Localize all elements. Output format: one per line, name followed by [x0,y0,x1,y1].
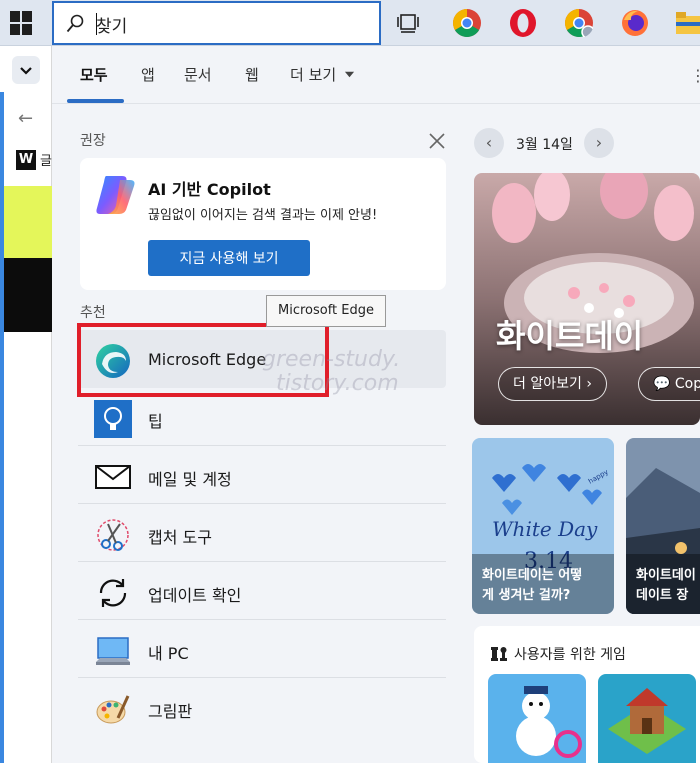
search-tabs: 모두 앱 문서 웹 더 보기 ⋮ [52,46,700,104]
news-card-white-day-date[interactable]: 화이트데이 데이트 장 [626,438,700,614]
recommended-label: 권장 [80,133,106,149]
mail-icon [95,465,131,489]
copilot-chat-button[interactable]: 💬 Cop [638,367,700,401]
copilot-chat-label: Cop [674,376,700,392]
app-item-paint[interactable]: 그림판 [78,678,446,736]
tab-dropdown-button[interactable] [12,56,40,84]
tips-icon [94,400,132,438]
this-pc-icon [96,637,130,665]
learn-more-label: 더 알아보기 [513,376,582,392]
prev-date-button[interactable]: ‹ [474,128,504,158]
caption-line1: 화이트데이는 어떻 [482,568,583,583]
snowman-game-image [488,674,586,763]
suggested-label: 추천 [80,305,106,321]
try-now-button[interactable]: 지금 사용해 보기 [148,240,310,276]
tab-more[interactable]: 더 보기 [290,64,355,85]
app-item-check-updates[interactable]: 업데이트 확인 [78,562,446,620]
white-day-hero-card[interactable]: 화이트데이 더 알아보기 › 💬 Cop [474,173,700,425]
games-title: 사용자를 위한 게임 [514,647,626,663]
background-browser-window: ← W 글 [0,46,52,763]
search-panel: 모두 앱 문서 웹 더 보기 ⋮ 권장 AI 기반 Copilot 끊임없이 이… [52,46,700,763]
snipping-tool-icon [97,519,129,551]
page-banner-yellow [4,186,52,258]
taskbar [0,0,700,46]
site-title-fragment: 글 [40,154,52,169]
card-caption: 화이트데이는 어떻 게 생겨난 걸까? [482,566,582,606]
games-card: 사용자를 위한 게임 [474,626,700,763]
app-label: 업데이트 확인 [148,586,242,605]
tooltip-edge: Microsoft Edge [266,295,386,327]
text-caret [96,13,97,35]
app-label: 그림판 [148,702,193,721]
search-input[interactable] [96,11,366,37]
caption-line2: 데이트 장 [636,588,689,603]
chrome-profile-icon[interactable] [564,8,594,38]
learn-more-button[interactable]: 더 알아보기 › [498,367,607,401]
task-view-icon[interactable] [396,12,420,34]
chat-bubble-icon: 💬 [653,376,671,392]
card-art-text: White Day [492,517,598,541]
update-icon [99,579,127,607]
watermark-line2: tistory.com [276,371,399,396]
copilot-description: 끊임없이 이어지는 검색 결과는 이제 안녕! [148,208,378,223]
page-banner-black [4,258,52,332]
tab-documents[interactable]: 문서 [184,64,212,85]
tab-apps[interactable]: 앱 [141,64,155,85]
w-site-logo: W [16,150,36,170]
more-options-icon[interactable]: ⋮ [690,66,700,85]
caption-line1: 화이트데이 [636,568,696,583]
app-label: 팁 [148,412,163,431]
search-icon [66,14,84,33]
card-caption: 화이트데이 데이트 장 [636,566,696,606]
chevron-down-icon [20,67,32,75]
hero-title: 화이트데이 [496,317,644,355]
copilot-promo-card: AI 기반 Copilot 끊임없이 이어지는 검색 결과는 이제 안녕! 지금… [80,158,446,290]
chess-pieces-icon [491,647,507,661]
back-arrow-icon[interactable]: ← [18,108,33,129]
windows-start-button[interactable] [10,11,34,35]
active-tab-indicator [67,99,124,103]
taskbar-search-box[interactable] [52,1,381,45]
paint-icon [96,695,130,724]
game-thumb-snowman[interactable] [488,674,586,763]
chrome-icon[interactable] [452,8,482,38]
close-icon[interactable] [426,130,448,152]
castle-game-image [598,674,696,763]
tab-all[interactable]: 모두 [80,64,108,85]
caption-line2: 게 생겨난 걸까? [482,588,571,603]
chevron-right-icon: › [586,376,592,392]
app-label: 캡처 도구 [148,528,212,547]
app-item-mail[interactable]: 메일 및 계정 [78,446,446,504]
copilot-logo-icon [96,176,135,214]
app-label: 내 PC [148,644,189,663]
file-explorer-icon[interactable] [676,10,700,36]
app-item-snipping-tool[interactable]: 캡처 도구 [78,504,446,562]
caret-down-icon [344,71,355,78]
watermark-line1: green-study. [262,347,401,372]
app-item-this-pc[interactable]: 내 PC [78,620,446,678]
tab-web[interactable]: 웹 [245,64,259,85]
game-thumb-castle[interactable] [598,674,696,763]
copilot-title: AI 기반 Copilot [148,180,271,199]
opera-icon[interactable] [508,8,538,38]
app-label: 메일 및 계정 [148,470,232,489]
next-date-button[interactable]: › [584,128,614,158]
date-label: 3월 14일 [516,137,573,153]
news-card-white-day-origin[interactable]: White Day 3.14 happy 화이트데이는 어떻 게 생겨난 걸까? [472,438,614,614]
tab-more-label: 더 보기 [290,66,337,84]
firefox-icon[interactable] [620,8,650,38]
watermark-text: green-study. tistory.com [262,348,400,396]
